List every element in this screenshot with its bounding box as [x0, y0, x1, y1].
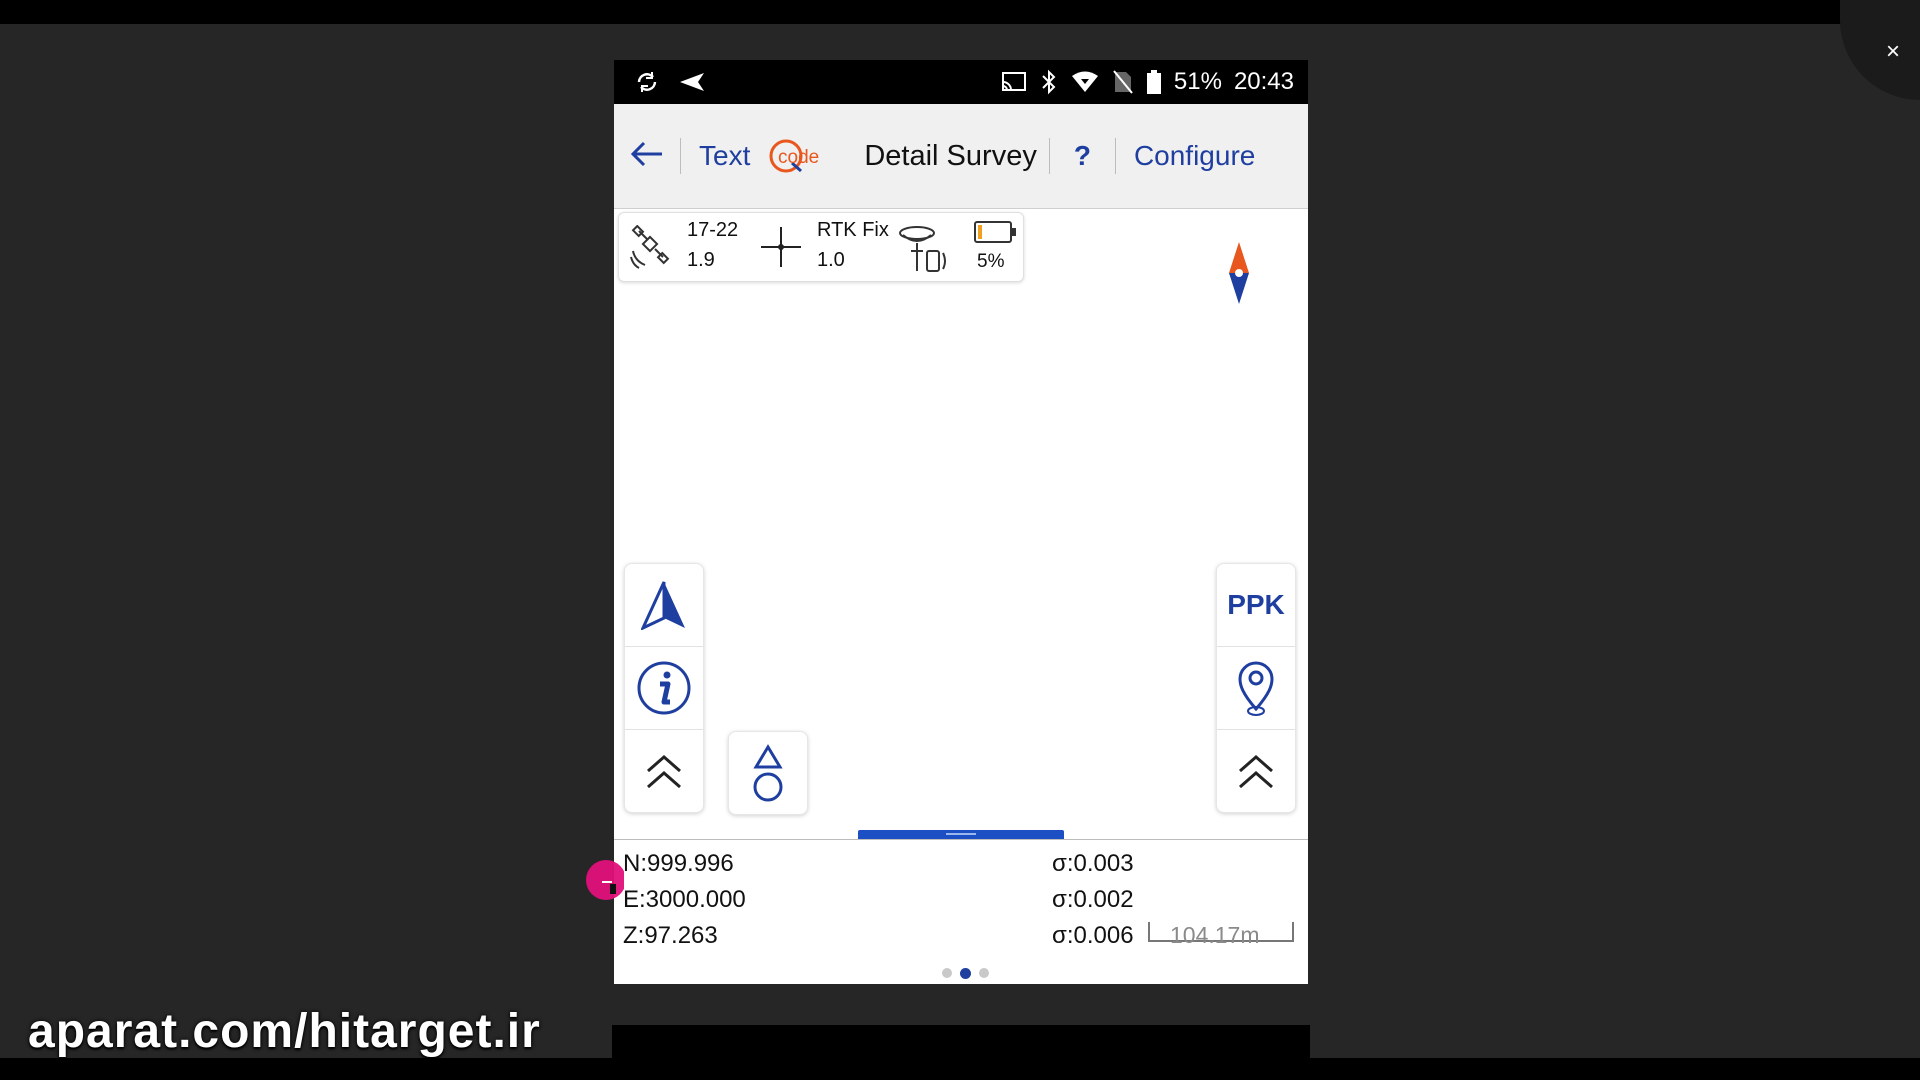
- back-arrow-icon: [630, 140, 664, 173]
- no-sim-icon: [1112, 69, 1134, 95]
- phone-screen: 51% 20:43 Text code Detail Survey ? Conf…: [614, 60, 1308, 984]
- close-icon[interactable]: ×: [1886, 38, 1900, 66]
- double-chevron-up-icon: [647, 755, 681, 789]
- page-dot[interactable]: [979, 968, 989, 978]
- sigma-elevation: σ:0.006: [1052, 922, 1134, 949]
- easting-value: E:3000.000: [623, 886, 746, 913]
- page-indicator: [942, 968, 989, 979]
- scale-label: 104.17m: [1170, 922, 1260, 948]
- clock: 20:43: [1233, 68, 1294, 95]
- info-button[interactable]: [625, 646, 703, 729]
- configure-button[interactable]: Configure: [1116, 140, 1255, 172]
- right-tool-panel: PPK: [1216, 563, 1296, 813]
- status-bar: 51% 20:43: [614, 60, 1308, 104]
- coordinate-readout: N:999.996 E:3000.000 Z:97.263: [623, 846, 746, 954]
- navigate-button[interactable]: [625, 564, 703, 646]
- expand-right-button[interactable]: [1217, 729, 1295, 812]
- stakeout-button[interactable]: [729, 732, 807, 814]
- precision-readout: σ:0.003 σ:0.002 σ:0.006: [1052, 846, 1134, 954]
- expand-left-button[interactable]: [625, 729, 703, 812]
- receiver-battery-icon: [973, 219, 1017, 250]
- northing-value: N:999.996: [623, 850, 734, 877]
- correction-age: 1.0: [817, 249, 845, 271]
- text-button[interactable]: Text: [681, 140, 768, 172]
- stakeout-panel: [728, 731, 808, 815]
- page-dot-active[interactable]: [960, 968, 971, 979]
- sync-icon: [634, 69, 660, 95]
- divider: [614, 839, 1308, 840]
- navigation-arrow-icon: [641, 581, 685, 630]
- stakeout-icon: [753, 744, 783, 802]
- sigma-northing: σ:0.003: [1052, 850, 1134, 877]
- code-label: code: [778, 147, 819, 168]
- cast-icon: [1000, 70, 1028, 94]
- watermark: aparat.com/hitarget.ir: [28, 1005, 541, 1058]
- satellite-count: 17-22: [687, 219, 739, 241]
- gnss-status-panel[interactable]: 17-22 1.9 RTK Fix 1.0 5%: [618, 212, 1024, 282]
- satellite-icon: [629, 224, 673, 274]
- north-compass[interactable]: [1226, 240, 1252, 311]
- battery-percent: 51%: [1173, 68, 1222, 95]
- map-pin-icon: [1238, 661, 1274, 716]
- receiver-icon: [897, 221, 953, 280]
- receiver-battery-percent: 5%: [977, 251, 1005, 272]
- code-icon: code: [769, 139, 820, 173]
- help-button[interactable]: ?: [1050, 140, 1115, 172]
- battery-icon: [1146, 69, 1162, 95]
- send-icon: [678, 71, 706, 93]
- solution-status: RTK Fix: [817, 219, 889, 241]
- drawer-handle[interactable]: [858, 830, 1064, 839]
- app-bar: Text code Detail Survey ? Configure: [614, 104, 1308, 209]
- page-dot[interactable]: [942, 968, 952, 978]
- top-black-bar: [0, 0, 1920, 24]
- left-tool-panel: [624, 563, 704, 813]
- code-button[interactable]: code: [768, 136, 828, 176]
- page-title: Detail Survey: [864, 139, 1037, 172]
- wifi-icon: [1070, 70, 1100, 94]
- double-chevron-up-icon: [1239, 755, 1273, 789]
- close-button[interactable]: ×: [1840, 0, 1920, 100]
- bluetooth-icon: [1040, 69, 1058, 95]
- info-icon: [637, 661, 691, 715]
- navigation-bar: [612, 1025, 1310, 1058]
- point-button[interactable]: [1217, 646, 1295, 729]
- crosshair-icon: [759, 225, 803, 274]
- sigma-easting: σ:0.002: [1052, 886, 1134, 913]
- back-button[interactable]: [614, 126, 680, 186]
- touch-indicator: [580, 858, 626, 908]
- ppk-button[interactable]: PPK: [1217, 564, 1295, 646]
- elevation-value: Z:97.263: [623, 922, 718, 949]
- compass-icon: [1229, 242, 1249, 304]
- pdop-value: 1.9: [687, 249, 715, 271]
- bottom-black-bar: [0, 1058, 1920, 1080]
